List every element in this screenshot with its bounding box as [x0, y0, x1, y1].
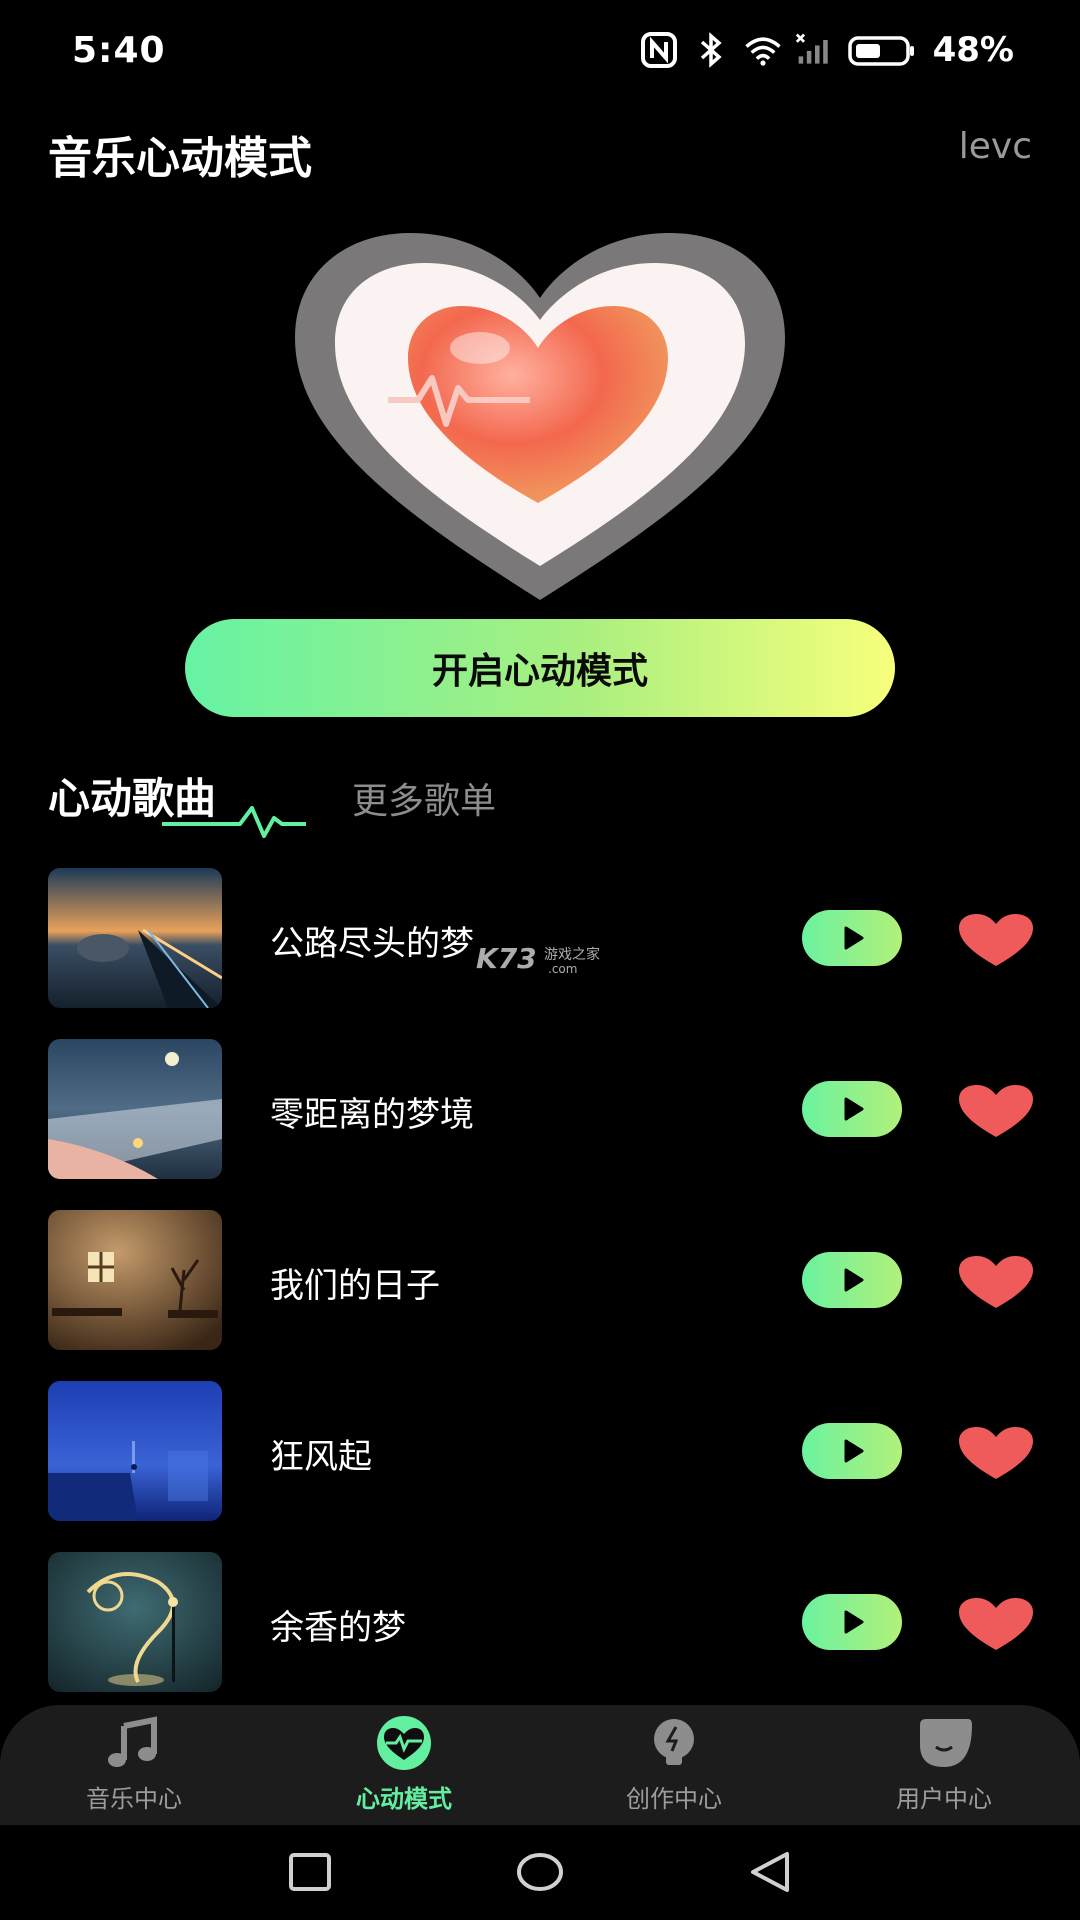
- song-row[interactable]: 零距离的梦境: [0, 1039, 1080, 1179]
- tab-active-indicator: [160, 800, 310, 844]
- song-cover: [48, 1552, 222, 1692]
- nav-item-user-center[interactable]: 用户中心: [844, 1705, 1044, 1825]
- heartbeat-icon: [372, 1713, 436, 1773]
- start-heartbeat-mode-button[interactable]: 开启心动模式: [185, 619, 895, 717]
- play-button[interactable]: [802, 1423, 902, 1479]
- play-icon: [844, 926, 864, 950]
- nav-item-heartbeat-mode[interactable]: 心动模式: [304, 1705, 504, 1825]
- recent-apps-button[interactable]: [282, 1847, 338, 1897]
- nav-label: 音乐中心: [86, 1785, 182, 1813]
- system-nav-bar: [0, 1825, 1080, 1920]
- status-bar: 5:40 48%: [0, 0, 1080, 104]
- heart-icon: [959, 1256, 1033, 1308]
- play-button[interactable]: [802, 1252, 902, 1308]
- watermark-brand: K73: [476, 942, 537, 975]
- nav-label: 创作中心: [626, 1785, 722, 1813]
- play-button[interactable]: [802, 1081, 902, 1137]
- music-note-icon: [102, 1713, 166, 1773]
- like-button[interactable]: [956, 1083, 1036, 1139]
- smile-icon: [912, 1713, 976, 1773]
- nav-item-music-center[interactable]: 音乐中心: [34, 1705, 234, 1825]
- wifi-icon: [743, 30, 783, 70]
- song-title: 零距离的梦境: [270, 1095, 474, 1135]
- heart-icon: [959, 1598, 1033, 1650]
- watermark-domain: .com: [548, 962, 578, 976]
- song-title: 公路尽头的梦: [270, 924, 474, 964]
- heart-icon: [959, 1085, 1033, 1137]
- like-button[interactable]: [956, 912, 1036, 968]
- status-icons: 48%: [639, 28, 1014, 72]
- like-button[interactable]: [956, 1596, 1036, 1652]
- song-row[interactable]: 余香的梦: [0, 1552, 1080, 1692]
- song-cover: [48, 1039, 222, 1179]
- song-cover: [48, 868, 222, 1008]
- song-title: 狂风起: [270, 1437, 372, 1477]
- nav-label: 心动模式: [356, 1785, 452, 1813]
- status-time: 5:40: [72, 30, 166, 71]
- play-icon: [844, 1268, 864, 1292]
- nav-label: 用户中心: [896, 1785, 992, 1813]
- back-button[interactable]: [742, 1847, 798, 1897]
- watermark: K73 游戏之家 .com: [476, 942, 606, 982]
- bluetooth-icon: [691, 30, 731, 70]
- like-button[interactable]: [956, 1425, 1036, 1481]
- play-button[interactable]: [802, 910, 902, 966]
- like-button[interactable]: [956, 1254, 1036, 1310]
- nav-item-creation-center[interactable]: 创作中心: [574, 1705, 774, 1825]
- song-row[interactable]: 我们的日子: [0, 1210, 1080, 1350]
- tab-more-playlists[interactable]: 更多歌单: [352, 772, 496, 824]
- watermark-tagline: 游戏之家: [544, 947, 600, 963]
- song-row[interactable]: 狂风起: [0, 1381, 1080, 1521]
- circle-icon: [517, 1853, 563, 1891]
- triangle-back-icon: [751, 1852, 789, 1892]
- song-title: 余香的梦: [270, 1608, 406, 1648]
- play-icon: [844, 1439, 864, 1463]
- song-cover: [48, 1210, 222, 1350]
- home-button[interactable]: [512, 1847, 568, 1897]
- user-name[interactable]: levc: [959, 126, 1032, 167]
- hero-heart-illustration: [290, 228, 790, 608]
- song-row[interactable]: 公路尽头的梦: [0, 868, 1080, 1008]
- square-icon: [289, 1853, 331, 1891]
- play-icon: [844, 1097, 864, 1121]
- battery-percent: 48%: [932, 30, 1014, 70]
- signal-icon: [795, 30, 835, 70]
- play-button[interactable]: [802, 1594, 902, 1650]
- song-title: 我们的日子: [270, 1266, 440, 1306]
- heart-icon: [959, 914, 1033, 966]
- heart-icon: [959, 1427, 1033, 1479]
- song-cover: [48, 1381, 222, 1521]
- bottom-nav: 音乐中心 心动模式 创作中心 用户中心: [0, 1705, 1080, 1825]
- page-title: 音乐心动模式: [48, 133, 312, 184]
- play-icon: [844, 1610, 864, 1634]
- battery-icon: [847, 30, 917, 70]
- nfc-icon: [639, 30, 679, 70]
- bulb-icon: [642, 1713, 706, 1773]
